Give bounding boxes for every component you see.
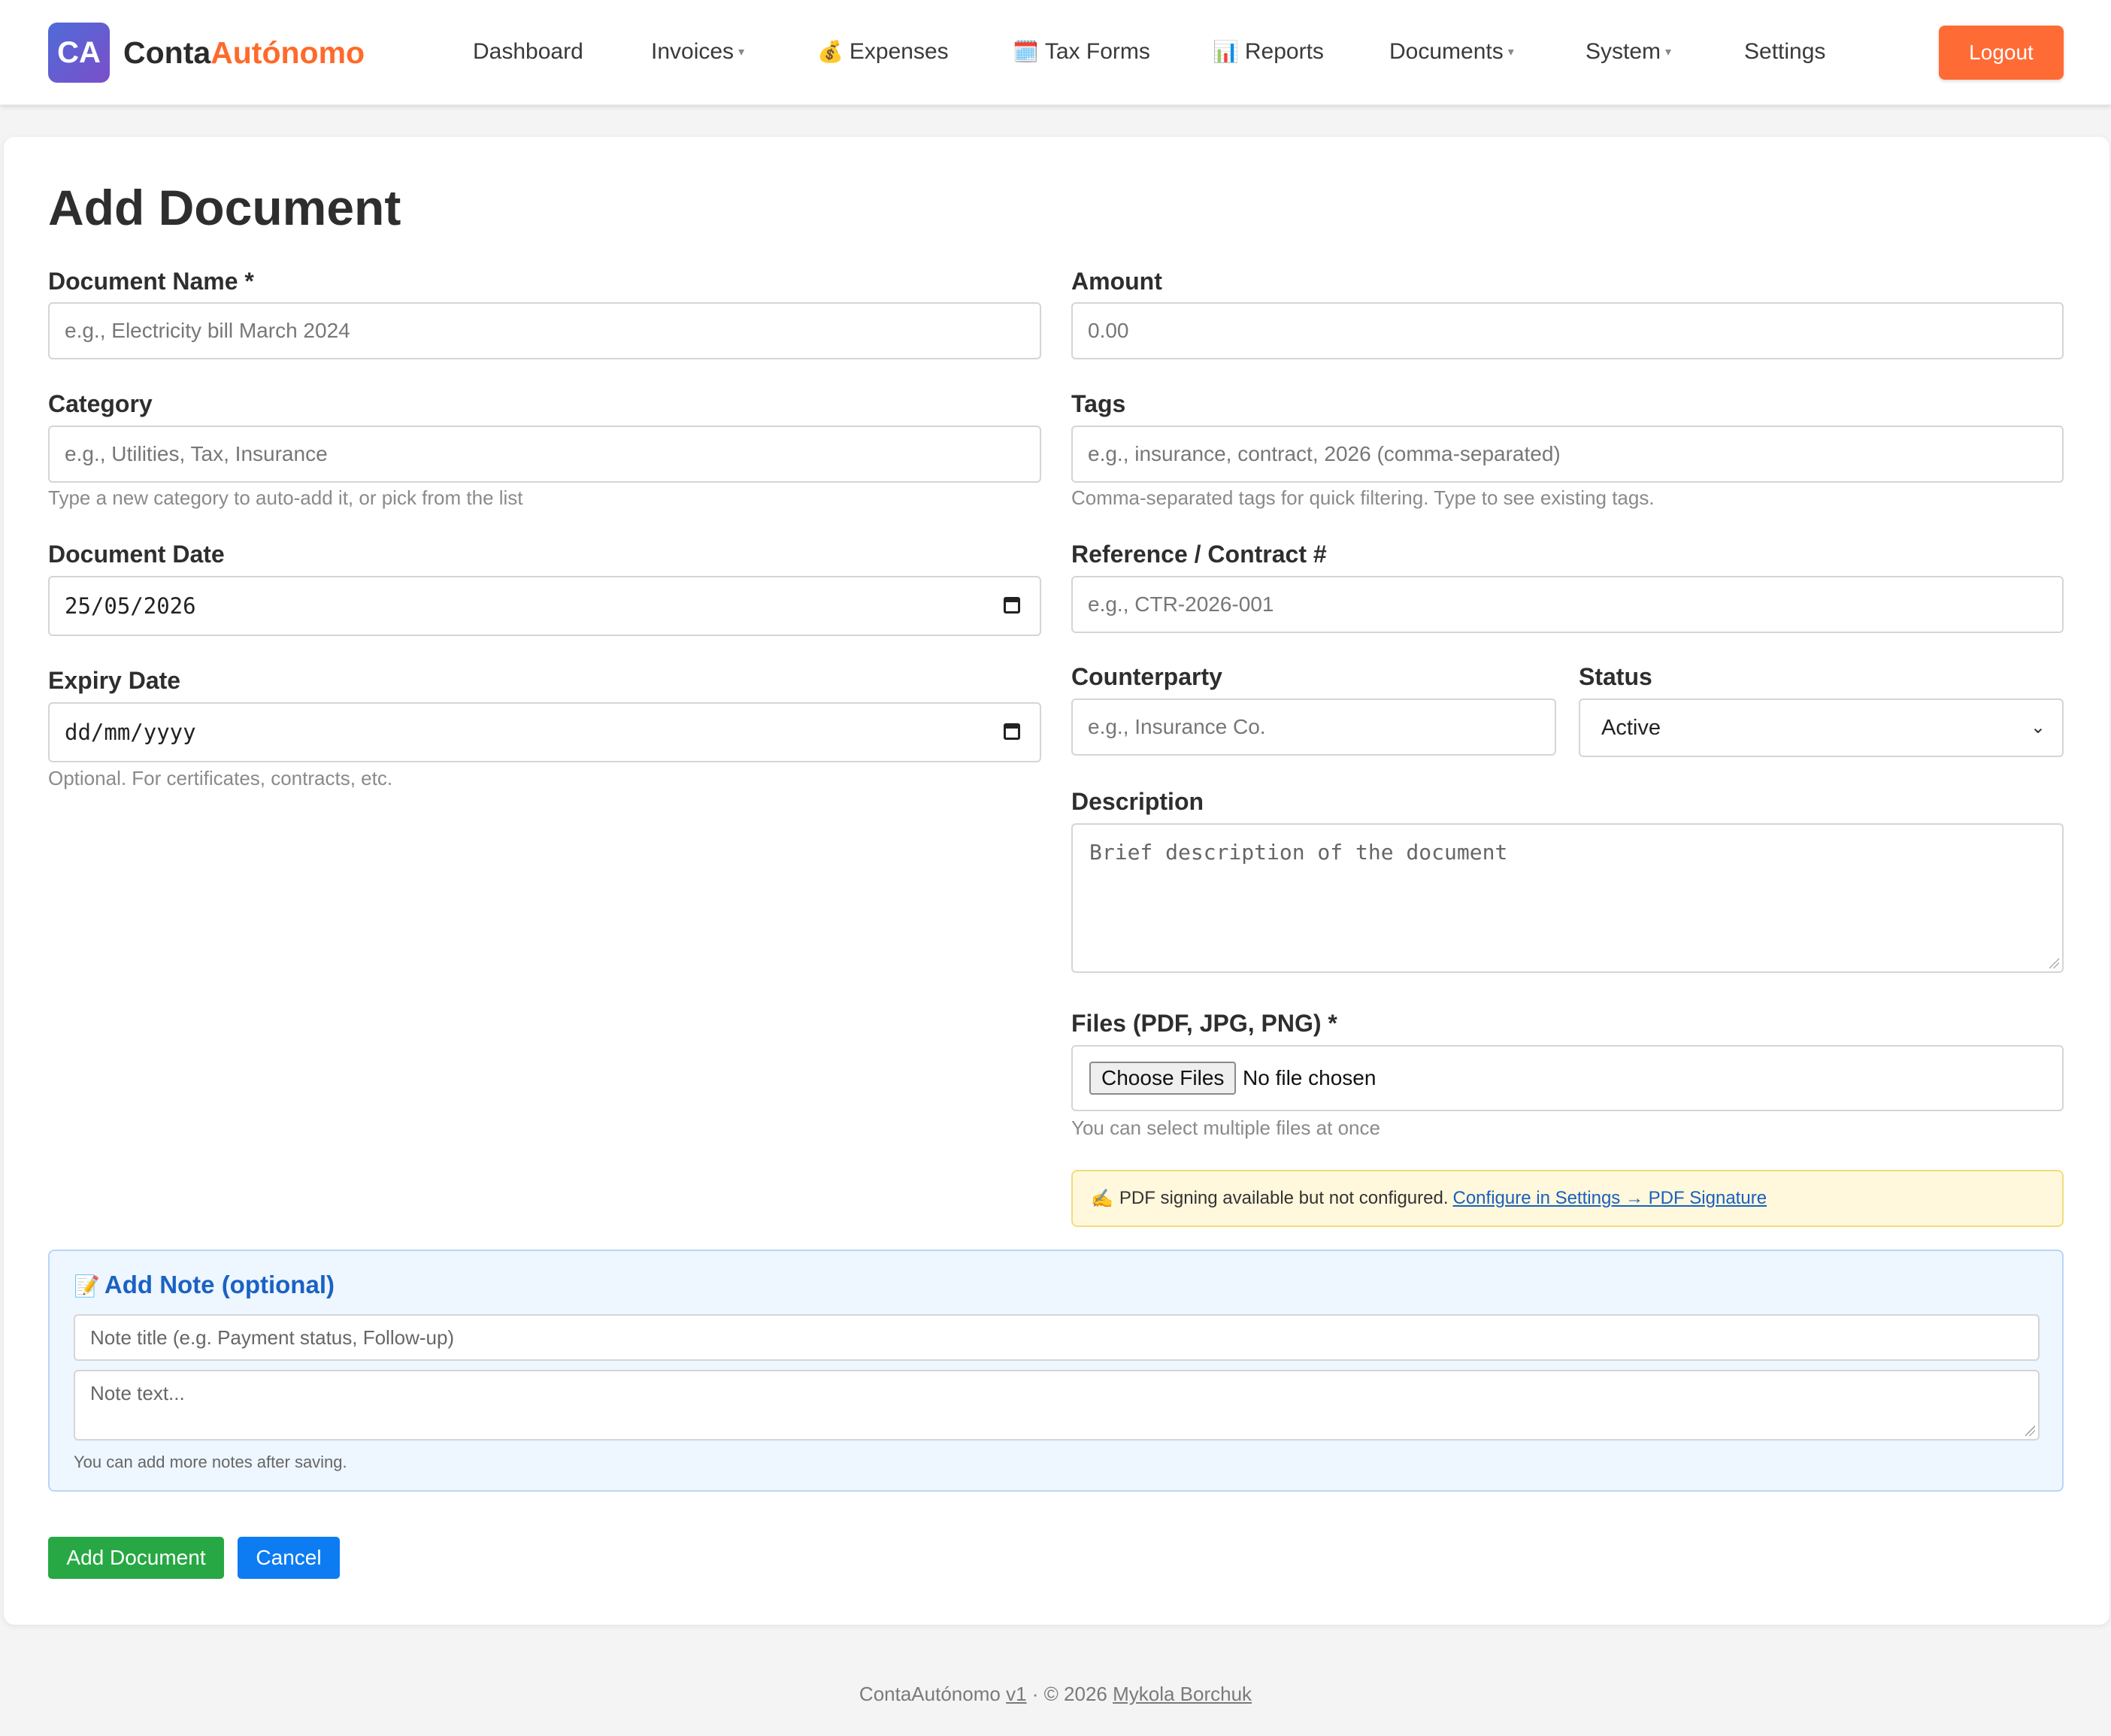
tags-input[interactable]: e.g., insurance, contract, 2026 (comma-s… [1071, 426, 2064, 483]
category-hint: Type a new category to auto-add it, or p… [48, 486, 523, 509]
amount-input[interactable]: 0.00 [1071, 302, 2064, 359]
bar-chart-icon: 📊 [1213, 40, 1239, 63]
nav-documents-label: Documents [1389, 39, 1504, 64]
status-select[interactable]: Active ⌄ [1579, 698, 2064, 757]
counterparty-label: Counterparty [1071, 663, 1222, 690]
cancel-button[interactable]: Cancel [238, 1537, 340, 1579]
logout-button[interactable]: Logout [1939, 26, 2064, 80]
nav-documents[interactable]: Documents ▾ [1389, 33, 1514, 74]
footer-author-link[interactable]: Mykola Borchuk [1113, 1683, 1252, 1705]
pdf-signing-alert: ✍️ PDF signing available but not configu… [1071, 1170, 2064, 1227]
nav-dashboard[interactable]: Dashboard [473, 33, 583, 71]
add-document-button[interactable]: Add Document [48, 1537, 224, 1579]
counterparty-input[interactable]: e.g., Insurance Co. [1071, 698, 1556, 756]
note-text-placeholder: Note text... [90, 1382, 185, 1404]
nav-reports-label: Reports [1244, 39, 1324, 64]
nav-tax-forms[interactable]: 🗓️ Tax Forms [1013, 33, 1150, 71]
add-note-title: 📝 Add Note (optional) [74, 1269, 335, 1302]
resize-handle-icon[interactable] [2049, 958, 2059, 968]
description-placeholder: Brief description of the document [1089, 840, 1508, 865]
document-name-input[interactable]: e.g., Electricity bill March 2024 [48, 302, 1041, 359]
status-label: Status [1579, 663, 1652, 690]
note-text-textarea[interactable]: Note text... [74, 1370, 2040, 1441]
brand-part-1: Conta [123, 35, 211, 70]
nav-invoices-label: Invoices [651, 39, 734, 64]
top-navbar: CA ContaAutónomo Dashboard Invoices ▾ 💰 Ex… [0, 0, 2111, 105]
file-input[interactable]: Choose Files No file chosen [1071, 1045, 2064, 1111]
nav-tax-forms-label: Tax Forms [1044, 39, 1150, 64]
document-date-input[interactable]: 25/05/2026 [48, 576, 1041, 636]
nav-expenses[interactable]: 💰 Expenses [817, 33, 949, 71]
app-logo[interactable]: CA [48, 23, 110, 83]
document-date-value: 25/05/2026 [65, 593, 196, 619]
nav-dashboard-label: Dashboard [473, 39, 583, 64]
nav-settings[interactable]: Settings [1744, 33, 1825, 71]
files-label: Files (PDF, JPG, PNG) * [1071, 1010, 1337, 1037]
nav-invoices[interactable]: Invoices ▾ [651, 33, 744, 74]
file-status: No file chosen [1243, 1066, 1377, 1089]
description-label: Description [1071, 788, 1204, 815]
nav-settings-label: Settings [1744, 39, 1826, 64]
pdf-alert-text: PDF signing available but not configured… [1119, 1188, 1449, 1208]
memo-icon: 📝 [74, 1274, 100, 1298]
document-date-label: Document Date [48, 541, 225, 568]
writing-hand-icon: ✍️ [1091, 1188, 1113, 1209]
caret-down-icon: ▾ [1665, 46, 1672, 59]
expiry-date-label: Expiry Date [48, 667, 181, 694]
footer-version-link[interactable]: v1 [1006, 1683, 1026, 1705]
nav-system[interactable]: System ▾ [1586, 33, 1671, 74]
expiry-date-hint: Optional. For certificates, contracts, e… [48, 767, 393, 789]
category-label: Category [48, 390, 153, 417]
add-note-section: 📝 Add Note (optional) Note title (e.g. Pa… [48, 1250, 2064, 1492]
money-bag-icon: 💰 [817, 40, 843, 63]
expiry-date-input[interactable]: dd/mm/yyyy [48, 702, 1041, 762]
document-name-label: Document Name * [48, 268, 254, 295]
caret-down-icon: ▾ [1507, 46, 1514, 59]
calendar-icon[interactable] [1004, 723, 1020, 740]
nav-reports[interactable]: 📊 Reports [1213, 33, 1324, 71]
resize-handle-icon[interactable] [2025, 1425, 2035, 1436]
calendar-icon: 🗓️ [1013, 40, 1039, 63]
page-title: Add Document [48, 180, 401, 235]
amount-label: Amount [1071, 268, 1162, 295]
tags-hint: Comma-separated tags for quick filtering… [1071, 486, 1655, 509]
caret-down-icon: ▾ [738, 46, 745, 59]
files-hint: You can select multiple files at once [1071, 1116, 1380, 1139]
reference-label: Reference / Contract # [1071, 541, 1327, 568]
nav-expenses-label: Expenses [849, 39, 949, 64]
expiry-date-value: dd/mm/yyyy [65, 720, 196, 745]
add-note-title-text: Add Note (optional) [104, 1271, 335, 1298]
configure-pdf-signature-link[interactable]: Configure in Settings → PDF Signature [1453, 1188, 1767, 1209]
reference-input[interactable]: e.g., CTR-2026-001 [1071, 576, 2064, 633]
brand-name[interactable]: ContaAutónomo [123, 33, 365, 72]
note-title-input[interactable]: Note title (e.g. Payment status, Follow-… [74, 1314, 2040, 1361]
footer-app-name: ContaAutónomo [859, 1683, 1001, 1705]
description-textarea[interactable]: Brief description of the document [1071, 823, 2064, 973]
category-input[interactable]: e.g., Utilities, Tax, Insurance [48, 426, 1041, 483]
choose-files-button[interactable]: Choose Files [1089, 1062, 1237, 1095]
footer-copyright: · © 2026 [1026, 1683, 1113, 1705]
chevron-down-icon: ⌄ [2030, 717, 2046, 738]
calendar-icon[interactable] [1004, 597, 1020, 614]
footer: ContaAutónomo v1 · © 2026 Mykola Borchuk [0, 1681, 2111, 1707]
nav-system-label: System [1586, 39, 1661, 64]
tags-label: Tags [1071, 390, 1126, 417]
note-hint: You can add more notes after saving. [74, 1453, 347, 1471]
brand-part-2: Autónomo [210, 35, 365, 70]
status-value: Active [1601, 715, 1661, 740]
